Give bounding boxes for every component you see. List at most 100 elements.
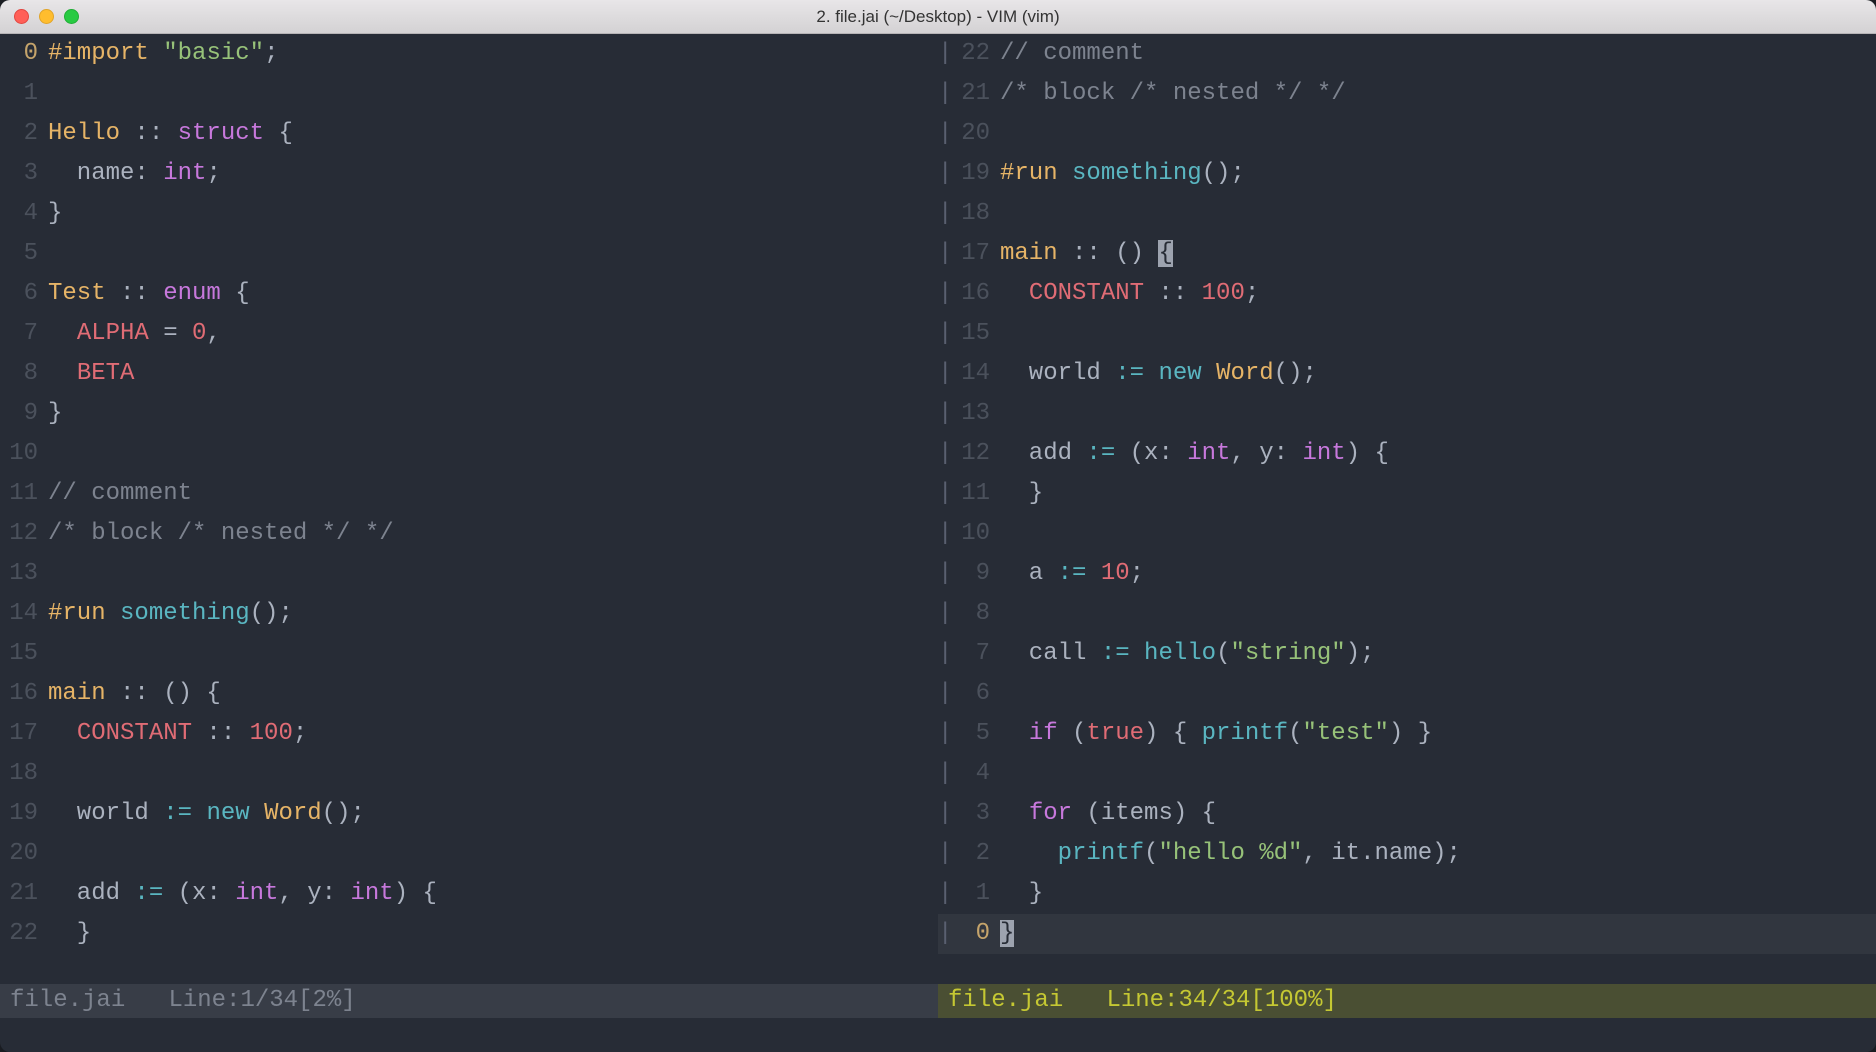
code-text[interactable]: a := 10; — [1000, 554, 1876, 594]
code-area-right[interactable]: |22// comment|21/* block /* nested */ */… — [938, 34, 1876, 984]
code-area-left[interactable]: 0#import "basic";12Hello :: struct {3 na… — [0, 34, 938, 984]
code-line[interactable]: 21 add := (x: int, y: int) { — [0, 874, 938, 914]
code-text[interactable]: // comment — [48, 474, 938, 514]
code-line[interactable]: 10 — [0, 434, 938, 474]
code-line[interactable]: |21/* block /* nested */ */ — [938, 74, 1876, 114]
code-text[interactable]: main :: () { — [48, 674, 938, 714]
close-icon[interactable] — [14, 9, 29, 24]
code-line[interactable]: |17main :: () { — [938, 234, 1876, 274]
code-line[interactable]: 12/* block /* nested */ */ — [0, 514, 938, 554]
code-text[interactable]: } — [1000, 474, 1876, 514]
code-text[interactable]: } — [48, 914, 938, 954]
code-line[interactable]: 22 } — [0, 914, 938, 954]
code-line[interactable]: |2 printf("hello %d", it.name); — [938, 834, 1876, 874]
code-text[interactable]: world := new Word(); — [1000, 354, 1876, 394]
code-line[interactable]: 7 ALPHA = 0, — [0, 314, 938, 354]
code-text[interactable]: /* block /* nested */ */ — [1000, 74, 1876, 114]
pane-left[interactable]: 0#import "basic";12Hello :: struct {3 na… — [0, 34, 938, 1018]
code-text[interactable] — [48, 434, 938, 474]
code-line[interactable]: 11// comment — [0, 474, 938, 514]
code-line[interactable]: |0} — [938, 914, 1876, 954]
code-line[interactable]: |11 } — [938, 474, 1876, 514]
code-line[interactable]: 1 — [0, 74, 938, 114]
code-text[interactable]: } — [1000, 914, 1876, 954]
code-line[interactable]: |12 add := (x: int, y: int) { — [938, 434, 1876, 474]
code-text[interactable]: world := new Word(); — [48, 794, 938, 834]
code-line[interactable]: |7 call := hello("string"); — [938, 634, 1876, 674]
code-text[interactable]: CONSTANT :: 100; — [48, 714, 938, 754]
code-line[interactable]: 0#import "basic"; — [0, 34, 938, 74]
minimize-icon[interactable] — [39, 9, 54, 24]
code-text[interactable] — [48, 554, 938, 594]
command-line[interactable] — [0, 1018, 1876, 1052]
code-text[interactable] — [48, 634, 938, 674]
code-text[interactable]: add := (x: int, y: int) { — [48, 874, 938, 914]
code-line[interactable]: |10 — [938, 514, 1876, 554]
code-text[interactable]: Hello :: struct { — [48, 114, 938, 154]
code-line[interactable]: |19#run something(); — [938, 154, 1876, 194]
code-line[interactable]: 15 — [0, 634, 938, 674]
code-text[interactable]: Test :: enum { — [48, 274, 938, 314]
code-text[interactable] — [1000, 514, 1876, 554]
code-line[interactable]: 16main :: () { — [0, 674, 938, 714]
code-text[interactable]: } — [48, 394, 938, 434]
code-line[interactable]: 5 — [0, 234, 938, 274]
code-line[interactable]: 19 world := new Word(); — [0, 794, 938, 834]
code-line[interactable]: |15 — [938, 314, 1876, 354]
code-text[interactable]: /* block /* nested */ */ — [48, 514, 938, 554]
code-text[interactable]: BETA — [48, 354, 938, 394]
code-text[interactable]: call := hello("string"); — [1000, 634, 1876, 674]
code-text[interactable] — [1000, 394, 1876, 434]
code-line[interactable]: |5 if (true) { printf("test") } — [938, 714, 1876, 754]
code-text[interactable]: for (items) { — [1000, 794, 1876, 834]
code-line[interactable]: 13 — [0, 554, 938, 594]
code-line[interactable]: 18 — [0, 754, 938, 794]
code-text[interactable]: #import "basic"; — [48, 34, 938, 74]
code-text[interactable]: // comment — [1000, 34, 1876, 74]
pane-right[interactable]: |22// comment|21/* block /* nested */ */… — [938, 34, 1876, 1018]
code-line[interactable]: |1 } — [938, 874, 1876, 914]
code-text[interactable]: } — [48, 194, 938, 234]
code-line[interactable]: 14#run something(); — [0, 594, 938, 634]
code-line[interactable]: |13 — [938, 394, 1876, 434]
code-line[interactable]: |9 a := 10; — [938, 554, 1876, 594]
code-line[interactable]: 8 BETA — [0, 354, 938, 394]
code-line[interactable]: 17 CONSTANT :: 100; — [0, 714, 938, 754]
code-text[interactable] — [1000, 594, 1876, 634]
code-text[interactable]: add := (x: int, y: int) { — [1000, 434, 1876, 474]
code-text[interactable]: ALPHA = 0, — [48, 314, 938, 354]
code-text[interactable]: printf("hello %d", it.name); — [1000, 834, 1876, 874]
code-line[interactable]: 3 name: int; — [0, 154, 938, 194]
code-line[interactable]: |3 for (items) { — [938, 794, 1876, 834]
code-text[interactable]: #run something(); — [48, 594, 938, 634]
code-text[interactable]: main :: () { — [1000, 234, 1876, 274]
code-line[interactable]: |16 CONSTANT :: 100; — [938, 274, 1876, 314]
code-text[interactable] — [48, 74, 938, 114]
code-line[interactable]: |22// comment — [938, 34, 1876, 74]
code-line[interactable]: |4 — [938, 754, 1876, 794]
code-text[interactable] — [1000, 194, 1876, 234]
code-line[interactable]: 2Hello :: struct { — [0, 114, 938, 154]
code-line[interactable]: 4} — [0, 194, 938, 234]
code-text[interactable] — [48, 834, 938, 874]
code-text[interactable]: #run something(); — [1000, 154, 1876, 194]
code-line[interactable]: 6Test :: enum { — [0, 274, 938, 314]
code-text[interactable] — [48, 754, 938, 794]
maximize-icon[interactable] — [64, 9, 79, 24]
code-text[interactable]: CONSTANT :: 100; — [1000, 274, 1876, 314]
code-text[interactable] — [1000, 114, 1876, 154]
code-text[interactable] — [1000, 754, 1876, 794]
code-text[interactable]: } — [1000, 874, 1876, 914]
code-line[interactable]: |8 — [938, 594, 1876, 634]
code-line[interactable]: |14 world := new Word(); — [938, 354, 1876, 394]
code-line[interactable]: 20 — [0, 834, 938, 874]
code-text[interactable] — [1000, 314, 1876, 354]
code-line[interactable]: |20 — [938, 114, 1876, 154]
code-text[interactable] — [1000, 674, 1876, 714]
code-text[interactable]: if (true) { printf("test") } — [1000, 714, 1876, 754]
code-text[interactable] — [48, 234, 938, 274]
code-line[interactable]: 9} — [0, 394, 938, 434]
code-line[interactable]: |6 — [938, 674, 1876, 714]
code-text[interactable]: name: int; — [48, 154, 938, 194]
code-line[interactable]: |18 — [938, 194, 1876, 234]
